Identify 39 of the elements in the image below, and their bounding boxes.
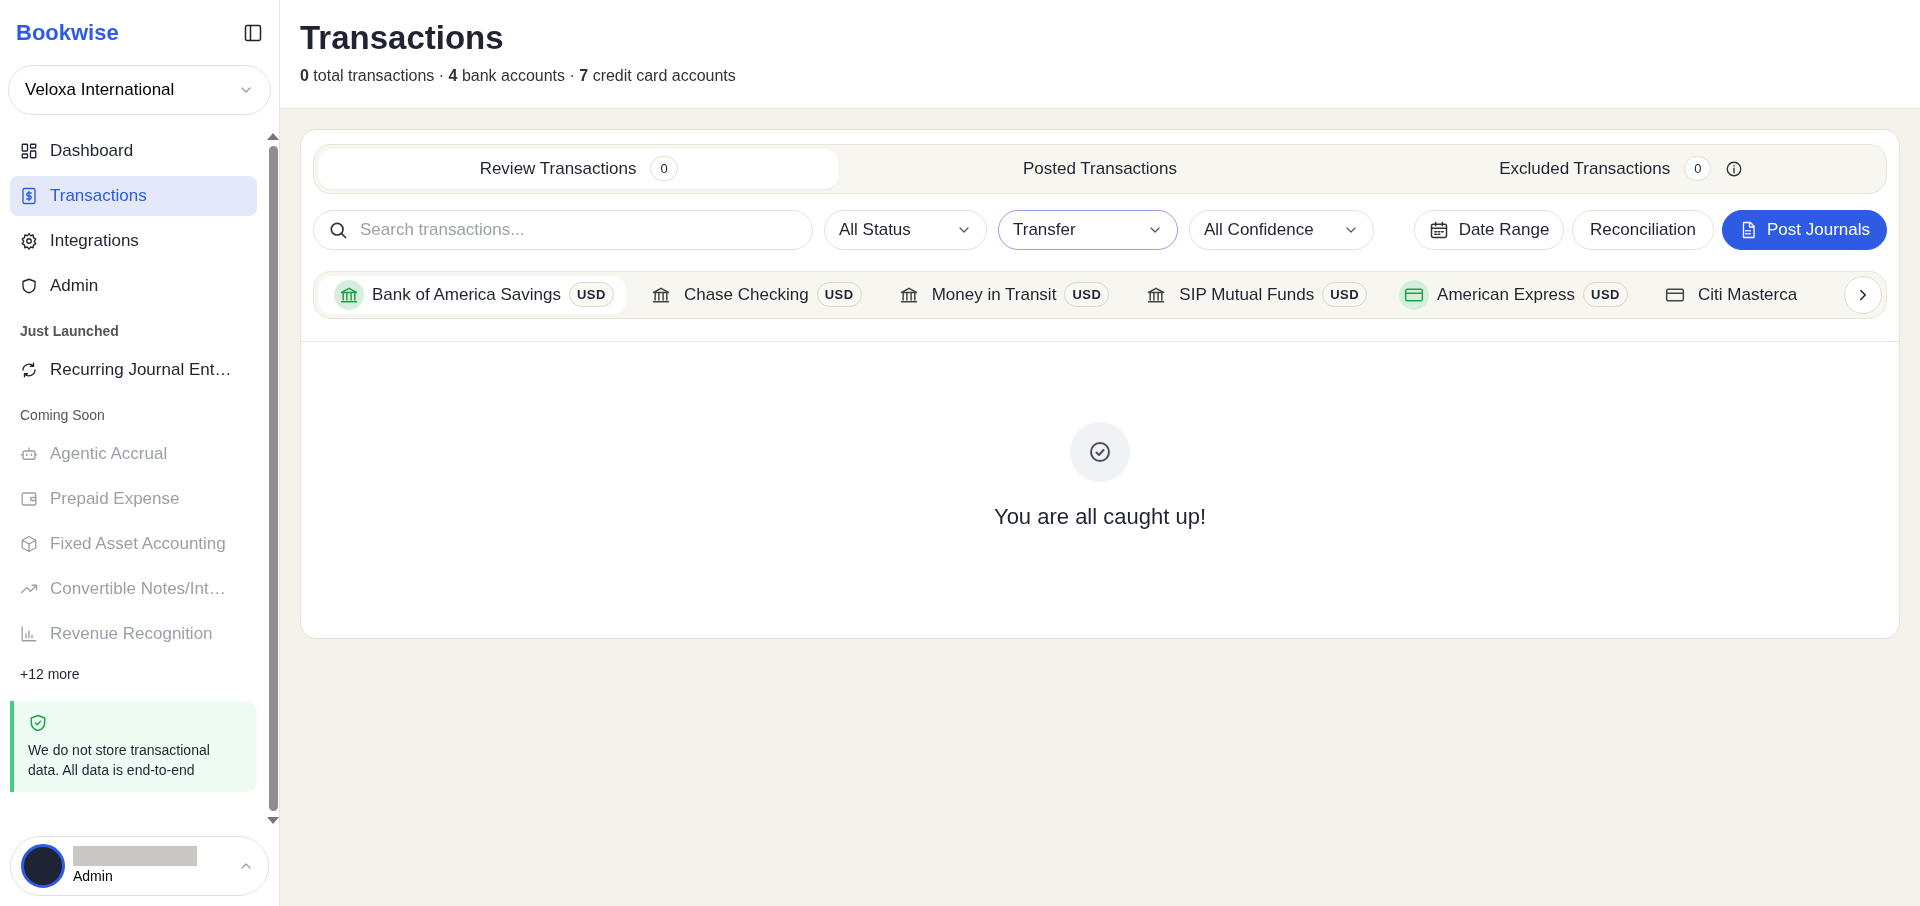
section-heading: Just Launched xyxy=(19,322,120,341)
section-heading: Coming Soon xyxy=(19,406,106,425)
currency-badge: USD xyxy=(1064,281,1110,308)
search-input[interactable]: Search transactions... xyxy=(358,215,798,244)
currency-badge: USD xyxy=(569,281,614,308)
account-tab[interactable]: Money in Transit USD xyxy=(877,275,1122,314)
tab[interactable]: Posted Transactions xyxy=(839,148,1361,189)
filter-dropdown[interactable]: Transfer xyxy=(998,209,1178,250)
account-tab[interactable]: American Express USD xyxy=(1383,275,1640,314)
nav-item[interactable]: Transactions xyxy=(10,176,257,216)
company-selector[interactable]: Veloxa International xyxy=(8,65,271,115)
page-title: Transactions xyxy=(300,18,505,58)
post-journals-button[interactable]: Post Journals xyxy=(1722,209,1887,250)
filter-dropdown[interactable]: All Confidence xyxy=(1189,209,1374,250)
user-menu[interactable]: Admin xyxy=(10,836,269,896)
currency-badge: USD xyxy=(1583,281,1628,308)
summary-text: 0 total transactions · 4 bank accounts · 7 credit card accounts xyxy=(300,65,737,86)
account-tab[interactable]: Chase Checking USD xyxy=(629,275,874,314)
nav-item[interactable]: Dashboard xyxy=(10,131,257,171)
filter-dropdown[interactable]: All Status xyxy=(824,209,987,250)
tab[interactable]: Excluded Transactions 0 xyxy=(1360,148,1882,189)
more-link[interactable]: +12 more xyxy=(10,659,257,689)
security-notice: We do not store transactional data. All data is end-to-end xyxy=(10,701,257,793)
account-tab[interactable]: SIP Mutual Funds USD xyxy=(1125,275,1380,314)
nav-item[interactable]: Recurring Journal Ent… xyxy=(10,350,257,390)
count-badge: 0 xyxy=(1684,155,1712,182)
currency-badge: USD xyxy=(816,281,862,308)
account-tab[interactable]: Bank of America Savings USD xyxy=(318,275,626,314)
search-field[interactable]: Search transactions... xyxy=(313,209,813,250)
currency-badge: USD xyxy=(1322,281,1368,308)
account-tab[interactable]: Citi Masterca xyxy=(1644,275,1810,314)
nav-item[interactable]: Integrations xyxy=(10,221,257,261)
date-range-button[interactable]: Date Range xyxy=(1414,209,1564,250)
brand-logo: Bookwise xyxy=(16,19,119,47)
count-badge: 0 xyxy=(650,155,678,182)
tab[interactable]: Review Transactions 0 xyxy=(318,148,840,189)
reconciliation-button[interactable]: Reconciliation xyxy=(1572,209,1714,250)
nav-item[interactable]: Admin xyxy=(10,266,257,306)
empty-message: You are all caught up! xyxy=(994,502,1206,531)
